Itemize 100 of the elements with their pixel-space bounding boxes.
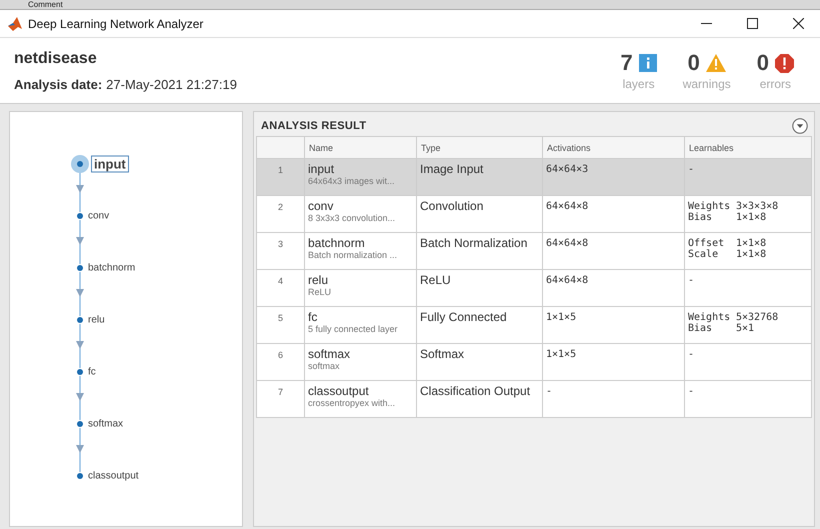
- layer-type: Image Input: [420, 162, 484, 176]
- layer-name: softmax: [308, 347, 352, 361]
- activation-size: -: [546, 386, 552, 397]
- layer-type: Convolution: [420, 199, 484, 213]
- layer-description: Batch normalization ...: [308, 250, 398, 260]
- connector-arrow: [76, 272, 84, 316]
- close-icon[interactable]: [793, 18, 804, 30]
- layer-name: conv: [308, 199, 334, 213]
- table-row[interactable]: 7 classoutput crossentropyex with... Classification Output - -: [256, 380, 812, 418]
- summary-count: 0: [756, 50, 769, 76]
- layer-description: ReLU: [308, 287, 332, 297]
- summary-label: errors: [760, 77, 792, 92]
- column-header: Name: [304, 136, 416, 158]
- node-label[interactable]: relu: [88, 314, 105, 326]
- summary-count: 0: [688, 50, 700, 76]
- learnables-value: -: [688, 275, 694, 286]
- learnables-value: -: [688, 164, 694, 175]
- network-name: netdisease: [14, 50, 98, 68]
- connector-arrow: [76, 324, 84, 368]
- learnable-name: Offset: [688, 238, 726, 249]
- maximize-icon[interactable]: [747, 18, 758, 30]
- layer-description: 64x64x3 images wit...: [308, 176, 396, 186]
- layer-description: 8 3x3x3 convolution...: [308, 213, 396, 223]
- graph-node[interactable]: [77, 421, 83, 427]
- layer-name: classoutput: [308, 384, 370, 398]
- app-logo-icon: [7, 16, 23, 32]
- row-number: 1: [278, 165, 283, 175]
- dropdown-icon[interactable]: [792, 118, 808, 134]
- graph-node[interactable]: [77, 161, 83, 167]
- table-row[interactable]: 6 softmax softmax Softmax 1×1×5 -: [256, 344, 812, 380]
- node-label[interactable]: softmax: [88, 418, 124, 430]
- layer-name: fc: [308, 310, 318, 324]
- activation-size: 64×64×3: [546, 164, 588, 175]
- toolbar-label: Comment: [28, 0, 64, 9]
- learnable-size: 3×3×3×8: [736, 201, 778, 212]
- connector-arrow: [76, 220, 84, 264]
- learnable-name: Bias: [688, 212, 714, 223]
- table-row[interactable]: 1 input 64x64x3 images wit... Image Input 64×64×3 -: [256, 158, 812, 196]
- warning-icon: [706, 54, 726, 72]
- column-header: Type: [416, 136, 542, 158]
- node-label[interactable]: conv: [88, 210, 110, 222]
- row-number: 5: [278, 313, 283, 323]
- learnable-size: 1×1×8: [736, 212, 766, 223]
- learnables-value: -: [688, 349, 694, 360]
- panel-title: ANALYSIS RESULT: [261, 120, 366, 132]
- column-header: Activations: [542, 136, 684, 158]
- learnables-value: -: [688, 386, 694, 397]
- node-label[interactable]: fc: [88, 366, 96, 378]
- graph-node[interactable]: [77, 473, 83, 479]
- row-number: 2: [278, 202, 283, 212]
- error-icon: [775, 54, 794, 73]
- layer-type: Classification Output: [420, 384, 530, 398]
- learnable-size: 1×1×8: [736, 238, 766, 249]
- layer-description: softmax: [308, 361, 341, 371]
- table-row[interactable]: 2 conv 8 3x3x3 convolution... Convolution 64×64×8 Weights 3×3×3×8 Bias 1×1×8: [256, 196, 812, 232]
- learnable-size: 5×1: [736, 323, 754, 334]
- node-label[interactable]: classoutput: [88, 470, 139, 482]
- activation-size: 64×64×8: [546, 275, 588, 286]
- layer-description: crossentropyex with...: [308, 398, 396, 408]
- layer-type: Softmax: [420, 347, 464, 361]
- activation-size: 1×1×5: [546, 349, 576, 360]
- summary-label: layers: [622, 77, 655, 92]
- graph-node[interactable]: [77, 369, 83, 375]
- summary-count: 7: [620, 50, 633, 76]
- learnable-name: Weights: [688, 312, 732, 323]
- info-icon: [638, 54, 657, 72]
- learnable-name: Bias: [688, 323, 714, 334]
- learnable-size: 1×1×8: [736, 249, 766, 260]
- layer-type: Fully Connected: [420, 310, 507, 324]
- connector-arrow: [76, 376, 84, 420]
- activation-size: 64×64×8: [546, 238, 588, 249]
- graph-node[interactable]: [77, 265, 83, 271]
- row-number: 6: [278, 350, 283, 360]
- graph-node[interactable]: [77, 213, 83, 219]
- window-title: Deep Learning Network Analyzer: [28, 16, 204, 31]
- learnable-name: Weights: [688, 201, 732, 212]
- table-row[interactable]: 4 relu ReLU ReLU 64×64×8 -: [256, 270, 812, 306]
- layer-name: batchnorm: [308, 236, 366, 250]
- layer-description: 5 fully connected layer: [308, 324, 399, 334]
- connector-arrow: [76, 428, 84, 472]
- table-row[interactable]: 5 fc 5 fully connected layer Fully Connected 1×1×5 Weights 5×32768 Bias 5×1: [256, 306, 812, 344]
- node-label[interactable]: input: [91, 156, 129, 172]
- summary-label: warnings: [682, 77, 731, 92]
- row-number: 3: [278, 239, 283, 249]
- layer-name: relu: [308, 273, 330, 287]
- layer-type: ReLU: [420, 273, 451, 287]
- layer-type: Batch Normalization: [420, 236, 528, 250]
- learnable-name: Scale: [688, 249, 720, 260]
- learnable-size: 5×32768: [736, 312, 778, 323]
- row-number: 7: [278, 387, 283, 397]
- layer-name: input: [308, 162, 336, 176]
- activation-size: 1×1×5: [546, 312, 576, 323]
- column-header: Learnables: [684, 136, 812, 158]
- node-label[interactable]: batchnorm: [88, 262, 136, 274]
- activation-size: 64×64×8: [546, 201, 588, 212]
- graph-node[interactable]: [77, 317, 83, 323]
- date-label: Analysis date:: [14, 76, 102, 92]
- row-number: 4: [278, 276, 283, 286]
- date-value: 27-May-2021 21:27:19: [106, 76, 237, 92]
- table-row[interactable]: 3 batchnorm Batch normalization ... Batch Normalization 64×64×8 Offset 1×1×8 Scale 1×1×8: [256, 232, 812, 270]
